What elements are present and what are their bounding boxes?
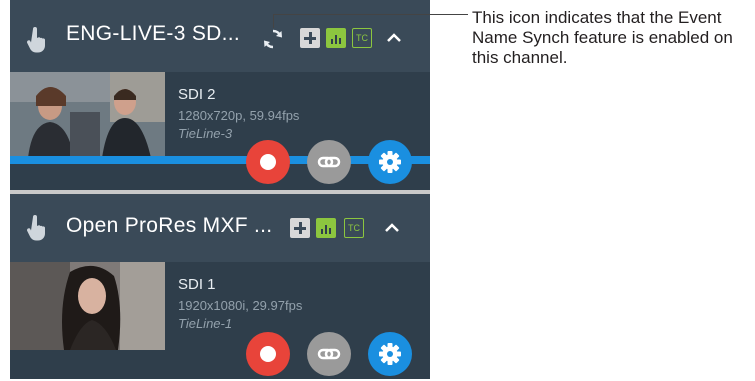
sync-icon [264,29,282,49]
callout-line [273,14,468,15]
link-button[interactable] [307,140,351,184]
channel-card: Open ProRes MXF ... TC SDI 1 1920x1080i,… [10,194,430,379]
tieline-label: TieLine-3 [178,126,233,141]
record-button[interactable] [246,332,290,376]
chevron-up-icon[interactable] [387,33,401,43]
source-name: SDI 1 [178,276,216,293]
link-icon [317,156,341,168]
record-button[interactable] [246,140,290,184]
channel-header: Open ProRes MXF ... TC [10,194,430,262]
touch-hand-icon[interactable] [24,26,48,54]
settings-button[interactable] [368,140,412,184]
active-status-bar [10,156,430,164]
timecode-button[interactable]: TC [352,28,372,48]
chevron-up-icon[interactable] [385,223,399,233]
source-resolution: 1280x720p, 59.94fps [178,108,300,123]
add-button[interactable] [300,28,320,48]
video-thumbnail [10,262,165,350]
channel-title: ENG-LIVE-3 SD... [66,22,241,45]
link-button[interactable] [307,332,351,376]
source-resolution: 1920x1080i, 29.97fps [178,298,303,313]
timecode-button[interactable]: TC [344,218,364,238]
tieline-label: TieLine-1 [178,316,233,331]
gear-icon [379,151,401,173]
add-button[interactable] [290,218,310,238]
channel-card: ENG-LIVE-3 SD... TC SDI 2 1280x720p, 59.… [10,0,430,190]
callout-annotation: This icon indicates that the Event Name … [472,8,733,67]
callout-line [273,14,274,28]
gear-icon [379,343,401,365]
video-thumbnail [10,72,165,158]
settings-button[interactable] [368,332,412,376]
audio-meter-button[interactable] [316,218,336,238]
touch-hand-icon[interactable] [24,214,48,242]
channel-title: Open ProRes MXF ... [66,214,273,237]
link-icon [317,348,341,360]
audio-meter-button[interactable] [326,28,346,48]
source-name: SDI 2 [178,86,216,103]
channel-header: ENG-LIVE-3 SD... TC [10,0,430,72]
